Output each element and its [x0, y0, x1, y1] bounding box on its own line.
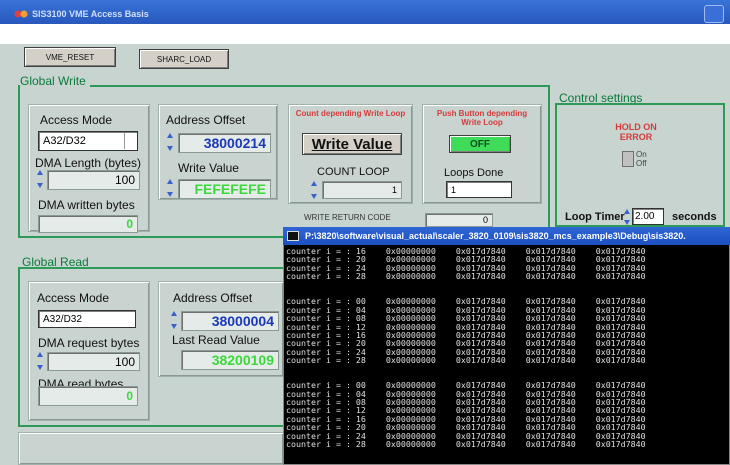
console-line: counter i = : 20 0x00000000 0x017d7840 0… [286, 423, 646, 432]
dma-length-label: DMA Length (bytes) [35, 156, 142, 170]
hold-on-error-label: HOLD ON ERROR [615, 122, 657, 142]
dma-length-stepper[interactable] [37, 170, 43, 188]
console-titlebar[interactable]: P:\3820\software\visual_actual\scaler_38… [283, 227, 730, 245]
sharc-load-button[interactable]: SHARC_LOAD [139, 49, 229, 69]
count-loop-title: Count depending Write Loop [295, 109, 406, 118]
console-line: counter i = : 24 0x00000000 0x017d7840 0… [286, 263, 646, 273]
write-address-offset-input[interactable]: 38000214 [178, 133, 271, 153]
write-return-value: 0 [425, 213, 493, 227]
console-line: counter i = : 20 0x00000000 0x017d7840 0… [286, 339, 646, 348]
console-line: counter i = : 16 0x00000000 0x017d7840 0… [286, 330, 646, 340]
console-line: counter i = : 20 0x00000000 0x017d7840 0… [286, 255, 646, 264]
dma-request-stepper[interactable] [37, 352, 43, 370]
console-line: counter i = : 12 0x00000000 0x017d7840 0… [286, 322, 646, 331]
loop-timer-input[interactable]: 2.00 [632, 208, 664, 225]
last-read-label: Last Read Value [172, 333, 260, 347]
vme-reset-button[interactable]: VME_RESET [24, 47, 116, 67]
console-line: counter i = : 12 0x00000000 0x017d7840 0… [286, 406, 646, 415]
window-close-button[interactable] [704, 5, 724, 23]
push-loop-title: Push Button depending Write Loop [436, 109, 528, 127]
write-value-input[interactable]: FEFEFEFE [178, 179, 271, 199]
menu-bar [0, 24, 730, 36]
app-icon [14, 10, 28, 18]
console-line: counter i = : 16 0x00000000 0x017d7840 0… [286, 247, 646, 256]
console-icon [287, 231, 299, 241]
loop-timer-unit: seconds [672, 211, 717, 223]
read-address-offset-input[interactable]: 38000004 [181, 311, 279, 331]
dma-written-value: 0 [38, 215, 138, 233]
hold-on-error-toggle[interactable] [622, 151, 634, 167]
write-value-stepper[interactable] [167, 179, 173, 197]
count-loop-stepper[interactable] [311, 181, 317, 199]
write-access-mode-label: Access Mode [40, 113, 113, 127]
dma-read-value: 0 [38, 386, 138, 406]
hold-off-label: Off [636, 159, 647, 168]
console-line: counter i = : 24 0x00000000 0x017d7840 0… [286, 347, 646, 357]
loops-done-label: Loops Done [444, 167, 504, 179]
console-output: counter i = : 16 0x00000000 0x017d7840 0… [286, 247, 726, 448]
loop-timer-label: Loop Timer [565, 211, 625, 223]
global-write-title: Global Write [20, 74, 90, 88]
dma-length-input[interactable]: 100 [47, 170, 140, 190]
write-value-button[interactable]: Write Value [302, 133, 402, 155]
console-line: counter i = : 08 0x00000000 0x017d7840 0… [286, 398, 646, 407]
write-address-offset-label: Address Offset [166, 113, 246, 127]
count-loop-input[interactable]: 1 [322, 181, 402, 199]
dma-written-label: DMA written bytes [38, 198, 135, 212]
dma-request-input[interactable]: 100 [47, 352, 140, 371]
loops-done-value: 1 [446, 181, 512, 198]
read-address-stepper[interactable] [171, 311, 177, 329]
console-line: counter i = : 24 0x00000000 0x017d7840 0… [286, 431, 646, 440]
console-line: counter i = : 28 0x00000000 0x017d7840 0… [286, 272, 646, 281]
console-line: counter i = : 28 0x00000000 0x017d7840 0… [286, 356, 646, 365]
last-read-value: 38200109 [181, 350, 279, 370]
write-return-label: WRITE RETURN CODE [304, 213, 391, 222]
console-line: counter i = : 16 0x00000000 0x017d7840 0… [286, 414, 646, 424]
hold-on-label: On [636, 150, 647, 159]
menu-strip [0, 36, 730, 44]
count-loop-label: COUNT LOOP [317, 166, 390, 178]
console-line: counter i = : 04 0x00000000 0x017d7840 0… [286, 305, 646, 315]
write-address-stepper[interactable] [167, 133, 173, 151]
write-access-mode-select[interactable]: A32/D32 [38, 131, 138, 151]
console-line: counter i = : 04 0x00000000 0x017d7840 0… [286, 389, 646, 399]
write-value-label: Write Value [178, 161, 239, 175]
window-title: SIS3100 VME Access Basis [32, 9, 149, 19]
console-line: counter i = : 08 0x00000000 0x017d7840 0… [286, 314, 646, 323]
console-line: counter i = : 00 0x00000000 0x017d7840 0… [286, 381, 646, 390]
read-address-offset-label: Address Offset [173, 291, 253, 305]
console-line: counter i = : 28 0x00000000 0x017d7840 0… [286, 439, 646, 449]
dma-request-label: DMA request bytes [38, 336, 140, 350]
read-access-mode-select[interactable]: A32/D32 [38, 310, 136, 328]
loop-off-button[interactable]: OFF [449, 135, 511, 153]
loop-timer-stepper[interactable] [624, 209, 630, 225]
bottom-panel [18, 432, 284, 465]
write-access-mode-dropdown[interactable] [124, 133, 136, 149]
read-access-mode-label: Access Mode [37, 291, 110, 305]
console-line: counter i = : 00 0x00000000 0x017d7840 0… [286, 297, 646, 306]
